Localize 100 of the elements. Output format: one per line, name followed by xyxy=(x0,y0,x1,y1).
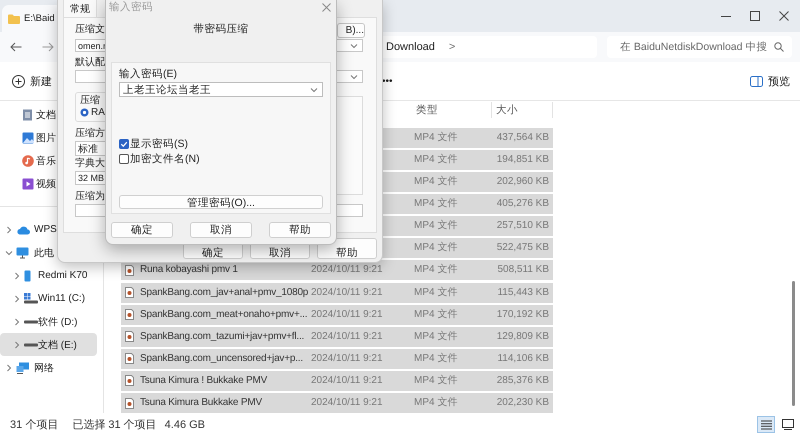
preview-button[interactable]: 预览 xyxy=(750,74,790,88)
dialog-button[interactable]: 取消 xyxy=(190,222,252,238)
manage-passwords-button[interactable]: 管理密码(O)... xyxy=(119,195,323,209)
chevron-icon xyxy=(350,42,358,48)
picture-icon xyxy=(22,132,34,144)
file-row[interactable]: SpankBang.com_uncensored+jav+p... 2024/10/11 9:21 MP4 文件 114,106 KB xyxy=(121,348,553,369)
phone-icon xyxy=(24,270,31,282)
drive-icon xyxy=(24,293,38,304)
dialog-heading: 带密码压缩 xyxy=(192,22,250,36)
file-type: MP4 文件 xyxy=(413,396,458,410)
cloud-icon xyxy=(16,224,30,234)
file-type: MP4 文件 xyxy=(413,352,458,366)
file-size: 115,443 KB xyxy=(496,286,550,300)
item-count: 31 个项目 xyxy=(10,418,58,432)
file-type: MP4 文件 xyxy=(413,330,458,344)
file-name: Tsuna Kimura Bukkake PMV xyxy=(139,396,263,410)
more-button[interactable]: ••• xyxy=(382,76,393,86)
file-type: MP4 文件 xyxy=(413,241,458,256)
file-size: 257,510 KB xyxy=(496,219,550,234)
file-type: MP4 文件 xyxy=(413,197,458,212)
new-button[interactable]: 新建 xyxy=(12,74,52,88)
search-placeholder: 在 BaiduNetdiskDownload 中搜 xyxy=(620,40,768,54)
field-value: omen.r xyxy=(78,40,106,50)
file-name: SpankBang.com_tazumi+jav+pmv+fl... xyxy=(139,330,306,344)
tiles-view-icon xyxy=(782,419,794,430)
field-label: 压缩文 xyxy=(75,23,105,37)
file-size: 522,475 KB xyxy=(496,241,550,256)
dialog-tab[interactable]: 常规 xyxy=(63,0,97,17)
file-name: Runa kobayashi pmv 1 xyxy=(139,263,239,278)
view-toggle[interactable] xyxy=(779,416,797,433)
back-arrow-icon[interactable] xyxy=(10,42,22,52)
file-size: 194,851 KB xyxy=(496,152,550,167)
forward-arrow-icon[interactable] xyxy=(42,42,54,52)
video-file-icon xyxy=(125,353,134,364)
checkbox[interactable] xyxy=(119,154,129,164)
nav-item[interactable]: Redmi K70 xyxy=(0,264,97,287)
dialog-button[interactable]: 帮助 xyxy=(269,222,331,238)
field-label: 默认配 xyxy=(75,56,105,70)
search-icon xyxy=(774,42,784,52)
file-size: 202,960 KB xyxy=(496,175,550,190)
file-row[interactable]: SpankBang.com_meat+onaho+pmv+... 2024/10/11 9:21 MP4 文件 170,192 KB xyxy=(121,304,553,325)
nav-item[interactable]: 文档 (E:) xyxy=(0,333,97,356)
scroll-bar[interactable] xyxy=(792,281,794,406)
file-row[interactable]: SpankBang.com_tazumi+jav+pmv+fl... 2024/10/11 9:21 MP4 文件 129,809 KB xyxy=(121,326,553,347)
file-type: MP4 文件 xyxy=(413,152,458,167)
video-file-icon xyxy=(125,398,134,408)
file-type: MP4 文件 xyxy=(413,175,458,190)
video-icon xyxy=(22,178,34,190)
dialog-title: 输入密码 xyxy=(109,0,153,14)
search-field[interactable]: 在 BaiduNetdiskDownload 中搜 xyxy=(607,36,792,58)
dialog-button[interactable]: 帮助 xyxy=(317,238,377,259)
file-row[interactable]: SpankBang.com_jav+anal+pmv_1080p 2024/10/11 9:21 MP4 文件 115,443 KB xyxy=(121,282,553,303)
drive-icon xyxy=(24,342,38,346)
file-size: 508,511 KB xyxy=(496,263,550,278)
browse-button[interactable]: B)... xyxy=(337,23,365,38)
selection-size: 4.46 GB xyxy=(164,418,206,430)
file-type: MP4 文件 xyxy=(413,308,458,322)
breadcrumb[interactable]: Download xyxy=(386,41,435,53)
file-name: SpankBang.com_uncensored+jav+p... xyxy=(139,352,304,366)
column-header[interactable]: 类型 xyxy=(412,102,492,118)
chevron-icon xyxy=(310,86,318,92)
field-value: 上老王论坛当老王 xyxy=(123,82,211,96)
file-row[interactable]: Runa kobayashi pmv 1 2024/10/11 9:21 MP4 文件 508,511 KB xyxy=(121,260,553,280)
nav-item[interactable]: Win11 (C:) xyxy=(0,287,97,310)
document-icon xyxy=(22,108,33,120)
details-view-icon xyxy=(760,420,772,430)
password-field[interactable]: 上老王论坛当老王 xyxy=(119,82,323,97)
checkbox-label: 显示密码(S) xyxy=(130,136,188,150)
video-file-icon xyxy=(125,309,134,320)
nav-item[interactable]: 软件 (D:) xyxy=(0,310,97,333)
column-header[interactable]: 大小 xyxy=(492,102,553,118)
plus-icon xyxy=(12,74,25,88)
video-file-icon xyxy=(125,264,134,276)
preview-pane-icon xyxy=(750,76,763,86)
date-modified: 2024/10/11 9:21 xyxy=(311,396,384,410)
nav-item[interactable]: 网络 xyxy=(0,356,97,379)
close-icon[interactable] xyxy=(779,11,789,21)
nav-item[interactable]: 此电 xyxy=(0,241,97,264)
file-row[interactable]: Tsuna Kimura ! Bukkake PMV 2024/10/11 9:21 MP4 文件 285,376 KB xyxy=(121,370,553,391)
video-file-icon xyxy=(125,331,134,342)
field-value: 32 MB xyxy=(78,173,104,183)
maximize-icon[interactable] xyxy=(750,11,760,21)
dialog-button[interactable]: 确定 xyxy=(111,222,173,238)
breadcrumb-separator[interactable]: > xyxy=(448,41,456,53)
video-file-icon xyxy=(125,375,134,386)
folder-icon xyxy=(8,14,20,24)
checkbox[interactable] xyxy=(119,138,129,148)
nav-item[interactable]: WPS xyxy=(0,218,97,241)
chevron-icon xyxy=(350,74,358,80)
field-label: 输入密码(E) xyxy=(119,68,177,81)
file-type: MP4 文件 xyxy=(413,286,458,300)
monitor-icon xyxy=(16,246,29,258)
view-toggle[interactable] xyxy=(757,416,775,433)
checkbox-label: 加密文件名(N) xyxy=(130,152,200,166)
file-row[interactable]: Tsuna Kimura Bukkake PMV 2024/10/11 9:21 MP4 文件 202,230 KB xyxy=(121,393,553,413)
date-modified: 2024/10/11 9:21 xyxy=(311,263,384,278)
date-modified: 2024/10/11 9:21 xyxy=(311,374,384,388)
file-type: MP4 文件 xyxy=(413,130,458,145)
file-name: SpankBang.com_meat+onaho+pmv+... xyxy=(139,308,308,322)
radio-button[interactable] xyxy=(80,108,89,117)
